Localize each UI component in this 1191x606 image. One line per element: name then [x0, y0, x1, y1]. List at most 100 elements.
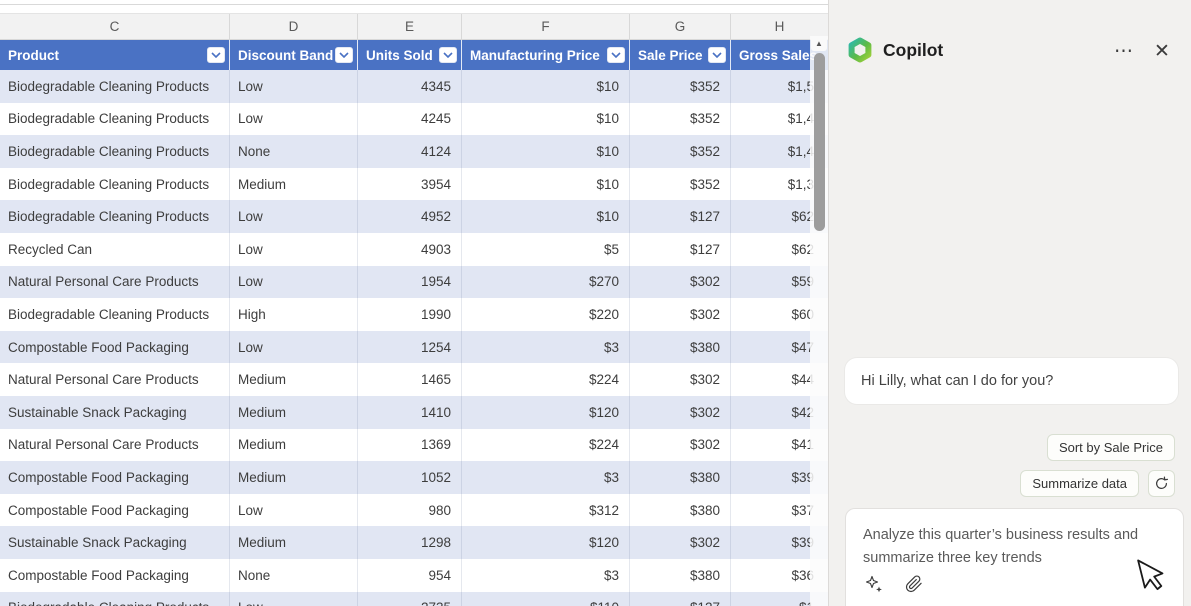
table-row[interactable]: Compostable Food PackagingNone954$3$380$… [0, 559, 828, 592]
table-row[interactable]: Natural Personal Care ProductsMedium1369… [0, 429, 828, 462]
table-cell[interactable]: High [230, 298, 358, 331]
table-cell[interactable]: $270 [462, 266, 630, 299]
refresh-suggestions-button[interactable] [1148, 470, 1175, 497]
table-cell[interactable]: $3 [462, 331, 630, 364]
table-cell[interactable]: 1954 [358, 266, 462, 299]
table-row[interactable]: Biodegradable Cleaning ProductsLow4245$1… [0, 103, 828, 136]
filter-button[interactable] [207, 47, 225, 63]
table-cell[interactable]: 4124 [358, 135, 462, 168]
table-cell[interactable]: 4952 [358, 200, 462, 233]
table-cell[interactable]: Sustainable Snack Packaging [0, 526, 230, 559]
table-cell[interactable]: $10 [462, 200, 630, 233]
table-cell[interactable]: Natural Personal Care Products [0, 429, 230, 462]
table-cell[interactable]: $302 [630, 396, 731, 429]
prompt-suggestions-button[interactable] [863, 573, 885, 595]
copilot-input[interactable]: Analyze this quarter’s business results … [845, 508, 1184, 606]
table-cell[interactable]: Biodegradable Cleaning Products [0, 298, 230, 331]
table-row[interactable]: Natural Personal Care ProductsLow1954$27… [0, 266, 828, 299]
table-cell[interactable]: $5 [462, 233, 630, 266]
table-cell[interactable]: 1990 [358, 298, 462, 331]
table-row[interactable]: Natural Personal Care ProductsMedium1465… [0, 363, 828, 396]
table-cell[interactable]: Low [230, 200, 358, 233]
table-cell[interactable]: 1254 [358, 331, 462, 364]
scrollbar-thumb[interactable] [814, 53, 825, 231]
table-cell[interactable]: $352 [630, 135, 731, 168]
table-cell[interactable]: Biodegradable Cleaning Products [0, 200, 230, 233]
table-row[interactable]: Biodegradable Cleaning ProductsLow4345$1… [0, 70, 828, 103]
table-cell[interactable]: 1298 [358, 526, 462, 559]
column-letter-e[interactable]: E [358, 14, 462, 39]
suggestion-chip-sort[interactable]: Sort by Sale Price [1047, 434, 1175, 461]
column-letter-c[interactable]: C [0, 14, 230, 39]
table-row[interactable]: Biodegradable Cleaning ProductsLow4952$1… [0, 200, 828, 233]
table-row[interactable]: Biodegradable Cleaning ProductsMedium395… [0, 168, 828, 201]
column-letter-g[interactable]: G [630, 14, 731, 39]
table-cell[interactable]: $10 [462, 70, 630, 103]
table-cell[interactable]: Medium [230, 363, 358, 396]
table-cell[interactable]: 4345 [358, 70, 462, 103]
table-cell[interactable]: None [230, 135, 358, 168]
table-cell[interactable]: $352 [630, 103, 731, 136]
table-row[interactable]: Biodegradable Cleaning ProductsLow2735$1… [0, 592, 828, 606]
table-cell[interactable]: $120 [462, 526, 630, 559]
table-cell[interactable]: $352 [630, 168, 731, 201]
table-cell[interactable]: $352 [630, 70, 731, 103]
table-cell[interactable]: 980 [358, 494, 462, 527]
table-cell[interactable]: $380 [630, 559, 731, 592]
table-cell[interactable]: Low [230, 331, 358, 364]
table-cell[interactable]: $380 [630, 494, 731, 527]
table-cell[interactable]: Low [230, 103, 358, 136]
table-cell[interactable]: Compostable Food Packaging [0, 331, 230, 364]
table-cell[interactable]: Medium [230, 526, 358, 559]
table-cell[interactable]: Low [230, 70, 358, 103]
close-button[interactable]: ✕ [1147, 36, 1177, 66]
table-cell[interactable]: 1369 [358, 429, 462, 462]
table-cell[interactable]: Low [230, 233, 358, 266]
table-cell[interactable]: Medium [230, 429, 358, 462]
table-cell[interactable]: $302 [630, 363, 731, 396]
table-cell[interactable]: Natural Personal Care Products [0, 266, 230, 299]
table-cell[interactable]: $3 [462, 559, 630, 592]
table-cell[interactable]: $10 [462, 135, 630, 168]
more-options-button[interactable]: ⋯ [1109, 36, 1139, 66]
table-cell[interactable]: $110 [462, 592, 630, 606]
table-cell[interactable]: $224 [462, 363, 630, 396]
table-cell[interactable]: $3 [462, 461, 630, 494]
filter-button[interactable] [708, 47, 726, 63]
table-cell[interactable]: Biodegradable Cleaning Products [0, 592, 230, 606]
table-cell[interactable]: Medium [230, 396, 358, 429]
table-cell[interactable]: $127 [630, 233, 731, 266]
table-cell[interactable]: Low [230, 494, 358, 527]
table-header-discount-band[interactable]: Discount Band [230, 40, 358, 70]
table-cell[interactable]: $127 [630, 592, 731, 606]
table-cell[interactable]: None [230, 559, 358, 592]
table-row[interactable]: Compostable Food PackagingMedium1052$3$3… [0, 461, 828, 494]
table-cell[interactable]: Biodegradable Cleaning Products [0, 70, 230, 103]
table-row[interactable]: Sustainable Snack PackagingMedium1410$12… [0, 396, 828, 429]
table-row[interactable]: Compostable Food PackagingLow1254$3$380$… [0, 331, 828, 364]
table-cell[interactable]: Compostable Food Packaging [0, 494, 230, 527]
table-header-units-sold[interactable]: Units Sold [358, 40, 462, 70]
table-cell[interactable]: $224 [462, 429, 630, 462]
table-cell[interactable]: Sustainable Snack Packaging [0, 396, 230, 429]
table-cell[interactable]: $380 [630, 331, 731, 364]
table-cell[interactable]: Biodegradable Cleaning Products [0, 135, 230, 168]
table-header-sale-price[interactable]: Sale Price [630, 40, 731, 70]
table-cell[interactable]: Biodegradable Cleaning Products [0, 103, 230, 136]
attach-file-button[interactable] [903, 573, 925, 595]
table-cell[interactable]: 3954 [358, 168, 462, 201]
table-cell[interactable]: $120 [462, 396, 630, 429]
table-cell[interactable]: Medium [230, 461, 358, 494]
table-cell[interactable]: 4903 [358, 233, 462, 266]
table-cell[interactable]: Low [230, 592, 358, 606]
table-cell[interactable]: $127 [630, 200, 731, 233]
table-header-manufacturing-price[interactable]: Manufacturing Price [462, 40, 630, 70]
filter-button[interactable] [607, 47, 625, 63]
table-row[interactable]: Biodegradable Cleaning ProductsNone4124$… [0, 135, 828, 168]
filter-button[interactable] [335, 47, 353, 63]
suggestion-chip-summarize[interactable]: Summarize data [1020, 470, 1139, 497]
table-header-product[interactable]: Product [0, 40, 230, 70]
table-cell[interactable]: Compostable Food Packaging [0, 461, 230, 494]
table-cell[interactable]: Natural Personal Care Products [0, 363, 230, 396]
table-cell[interactable]: $10 [462, 103, 630, 136]
